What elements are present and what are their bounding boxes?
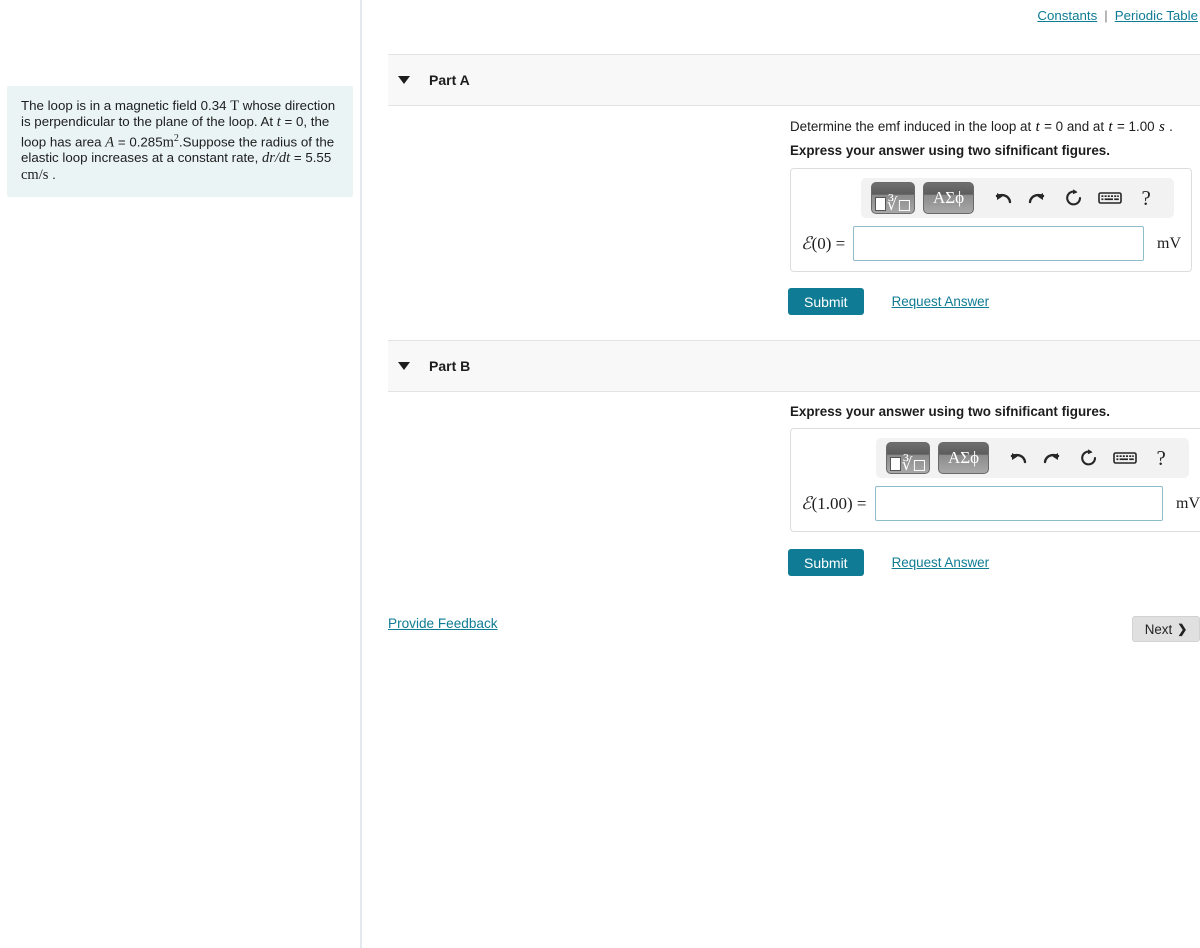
part-a-seconds-unit: s	[1159, 119, 1165, 135]
part-a-actions: Submit Request Answer	[788, 288, 989, 315]
part-b-request-answer-link[interactable]: Request Answer	[892, 555, 990, 570]
greek-symbols-button[interactable]: ΑΣϕ	[923, 182, 975, 214]
reference-links: Constants | Periodic Table	[1037, 8, 1198, 23]
part-a-prompt-text-2: = 0 and at	[1044, 119, 1105, 134]
part-a-math-toolbar: ∛◻ ΑΣϕ ?	[861, 178, 1175, 218]
part-a-unit-label: mV	[1157, 234, 1181, 252]
magnetic-field-unit: T	[230, 98, 240, 114]
part-a-prompt-text-1: Determine the emf induced in the loop at	[790, 119, 1032, 134]
part-a-title: Part A	[429, 72, 470, 88]
next-button-label: Next	[1144, 621, 1173, 637]
problem-statement-box: The loop is in a magnetic field 0.34 T w…	[7, 86, 353, 197]
part-b-unit-label: mV	[1176, 494, 1200, 512]
radical-icon: ∛◻	[886, 195, 912, 214]
greek-symbols-button[interactable]: ΑΣϕ	[938, 442, 990, 474]
undo-icon[interactable]	[999, 443, 1035, 473]
part-a-t-var-1: t	[1035, 119, 1040, 135]
part-b-label-arg: (1.00) =	[811, 493, 867, 513]
help-question-mark: ?	[1141, 185, 1151, 210]
part-a-panel: Part A	[388, 54, 1200, 106]
emf-symbol-b: ℰ	[801, 493, 812, 514]
part-b-answer-box: ∛◻ ΑΣϕ ? ℰ(1.00) = mV	[790, 428, 1200, 532]
chevron-right-icon: ❯	[1177, 622, 1188, 636]
part-a-prompt-text-3: = 1.00	[1117, 119, 1155, 134]
provide-feedback-link[interactable]: Provide Feedback	[388, 616, 498, 631]
part-a-instruction: Express your answer using two sifnifican…	[790, 142, 1110, 160]
rate-unit: cm/s	[21, 166, 49, 183]
undo-icon[interactable]	[984, 183, 1020, 213]
part-a-request-answer-link[interactable]: Request Answer	[892, 294, 990, 309]
help-question-mark: ?	[1156, 445, 1166, 470]
part-b-instruction-text: Express your answer using two sifnifican…	[790, 404, 1110, 419]
help-icon[interactable]: ?	[1128, 183, 1164, 213]
page-root: The loop is in a magnetic field 0.34 T w…	[0, 0, 1200, 948]
math-template-button[interactable]: ∛◻	[886, 442, 930, 474]
problem-text-part-1: The loop is in a magnetic field 0.34	[21, 98, 227, 113]
part-a-instruction-text: Express your answer using two sifnifican…	[790, 143, 1110, 158]
chevron-down-icon[interactable]	[398, 362, 410, 370]
part-b-answer-input[interactable]	[874, 486, 1163, 521]
problem-text-part-7: .	[52, 166, 56, 182]
emf-symbol-a: ℰ	[801, 233, 812, 254]
problem-text-part-6: = 5.55	[293, 150, 332, 166]
part-b-submit-button[interactable]: Submit	[788, 549, 864, 576]
reset-icon[interactable]	[1056, 183, 1092, 213]
part-a-prompt: Determine the emf induced in the loop at…	[790, 118, 1173, 136]
time-variable-1: t	[276, 114, 281, 131]
part-a-answer-label: ℰ(0) =	[801, 234, 853, 254]
help-icon[interactable]: ?	[1143, 443, 1179, 473]
template-square-icon	[889, 457, 901, 471]
part-a-answer-box: ∛◻ ΑΣϕ ? ℰ(0) = mV	[790, 168, 1192, 272]
keyboard-icon[interactable]	[1107, 443, 1143, 473]
radical-icon: ∛◻	[901, 455, 927, 474]
part-a-t-var-2: t	[1108, 119, 1113, 135]
left-sidebar: The loop is in a magnetic field 0.34 T w…	[0, 0, 362, 948]
part-b-panel: Part B	[388, 340, 1200, 392]
redo-icon[interactable]	[1020, 183, 1056, 213]
links-separator: |	[1104, 8, 1108, 23]
area-unit: m	[162, 134, 174, 151]
rate-variable: dr/dt	[261, 150, 291, 167]
part-a-header[interactable]: Part A	[388, 55, 1200, 105]
problem-statement-text: The loop is in a magnetic field 0.34 T w…	[21, 98, 339, 183]
redo-icon[interactable]	[1035, 443, 1071, 473]
problem-text-part-4: = 0.285	[117, 134, 163, 150]
keyboard-icon[interactable]	[1092, 183, 1128, 213]
chevron-down-icon[interactable]	[398, 76, 410, 84]
part-b-actions: Submit Request Answer	[788, 549, 989, 576]
part-b-answer-label: ℰ(1.00) =	[801, 494, 875, 514]
part-b-header[interactable]: Part B	[388, 341, 1200, 391]
main-content: Constants | Periodic Table Part A Determin…	[364, 0, 1200, 948]
template-square-icon	[874, 197, 886, 211]
area-variable: A	[105, 134, 115, 151]
reset-icon[interactable]	[1071, 443, 1107, 473]
part-a-submit-button[interactable]: Submit	[788, 288, 864, 315]
part-b-instruction: Express your answer using two sifnifican…	[790, 403, 1110, 421]
constants-link[interactable]: Constants	[1037, 8, 1097, 23]
part-a-prompt-text-4: .	[1169, 119, 1173, 134]
periodic-table-link[interactable]: Periodic Table	[1115, 8, 1198, 23]
part-a-label-arg: (0) =	[811, 233, 846, 253]
part-a-answer-input[interactable]	[853, 226, 1144, 261]
part-a-input-row: ℰ(0) = mV	[801, 226, 1181, 261]
math-template-button[interactable]: ∛◻	[871, 182, 915, 214]
next-button[interactable]: Next ❯	[1132, 616, 1200, 642]
part-b-input-row: ℰ(1.00) = mV	[801, 486, 1200, 521]
part-b-title: Part B	[429, 358, 471, 374]
part-b-math-toolbar: ∛◻ ΑΣϕ ?	[876, 438, 1190, 478]
